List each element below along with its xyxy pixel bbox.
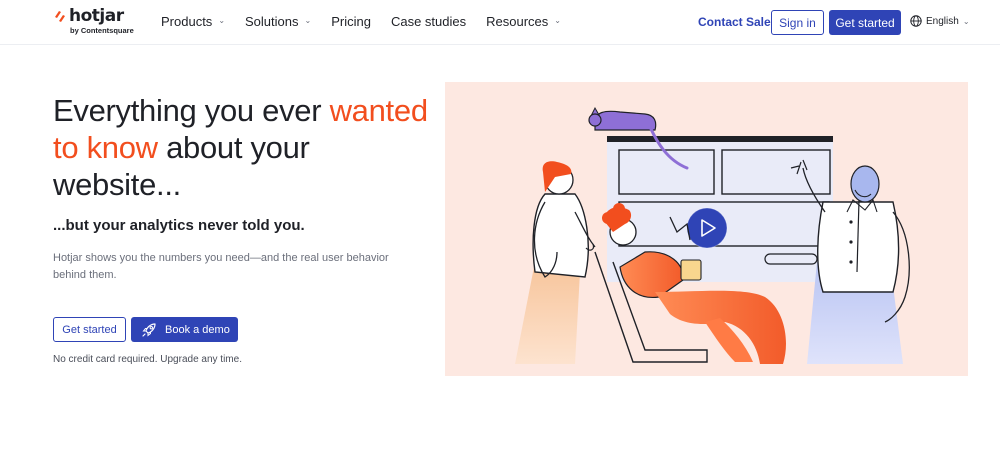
hotjar-flame-icon [55, 11, 65, 22]
hero-get-started-button[interactable]: Get started [53, 317, 126, 342]
nav-label: Case studies [390, 14, 467, 29]
logo-wordmark: hotjar [69, 6, 124, 26]
language-selector[interactable]: English ⌄ [910, 15, 970, 27]
nav-label: Solutions [245, 14, 299, 29]
hero-subtitle: ...but your analytics never told you. [53, 217, 305, 234]
nav-item-solutions[interactable]: Solutions ⌄ [245, 14, 311, 29]
chevron-down-icon: ⌄ [962, 16, 970, 26]
nav-item-products[interactable]: Products ⌄ [161, 14, 225, 29]
nav-item-pricing[interactable]: Pricing [331, 14, 371, 29]
nav-item-resources[interactable]: Resources ⌄ [486, 14, 561, 29]
hero-description: Hotjar shows you the numbers you need—an… [53, 252, 389, 281]
language-label: English [926, 15, 959, 27]
book-demo-button[interactable]: Book a demo [131, 317, 238, 342]
main-nav: Products ⌄ Solutions ⌄ Pricing Case stud… [161, 14, 581, 29]
hero-note: No credit card required. Upgrade any tim… [53, 354, 242, 365]
contact-sales-link[interactable]: Contact Sales [698, 15, 777, 29]
nav-item-case-studies[interactable]: Case studies [391, 14, 466, 29]
hotjar-logo[interactable]: hotjar by Contentsquare [54, 6, 144, 40]
nav-label: Resources [486, 14, 549, 29]
chevron-down-icon: ⌄ [218, 16, 226, 25]
site-header: hotjar by Contentsquare Products ⌄ Solut… [0, 0, 1000, 45]
illustration-artwork [515, 106, 910, 364]
hero-title: Everything you ever wanted to know about… [53, 92, 433, 203]
nav-label: Products [161, 14, 213, 29]
book-demo-label: Book a demo [165, 323, 230, 336]
hero-illustration [445, 82, 968, 376]
sign-in-button[interactable]: Sign in [771, 10, 824, 35]
chevron-down-icon: ⌄ [304, 16, 312, 25]
chevron-down-icon: ⌄ [554, 16, 561, 25]
rocket-icon [142, 322, 156, 337]
logo-byline: by Contentsquare [70, 26, 134, 35]
video-play-icon[interactable] [686, 207, 728, 249]
nav-label: Pricing [331, 14, 371, 29]
hero-title-part1: Everything you ever [53, 93, 330, 128]
globe-icon [910, 15, 922, 27]
woman-figure-graphic [515, 161, 596, 364]
header-get-started-button[interactable]: Get started [829, 10, 901, 35]
